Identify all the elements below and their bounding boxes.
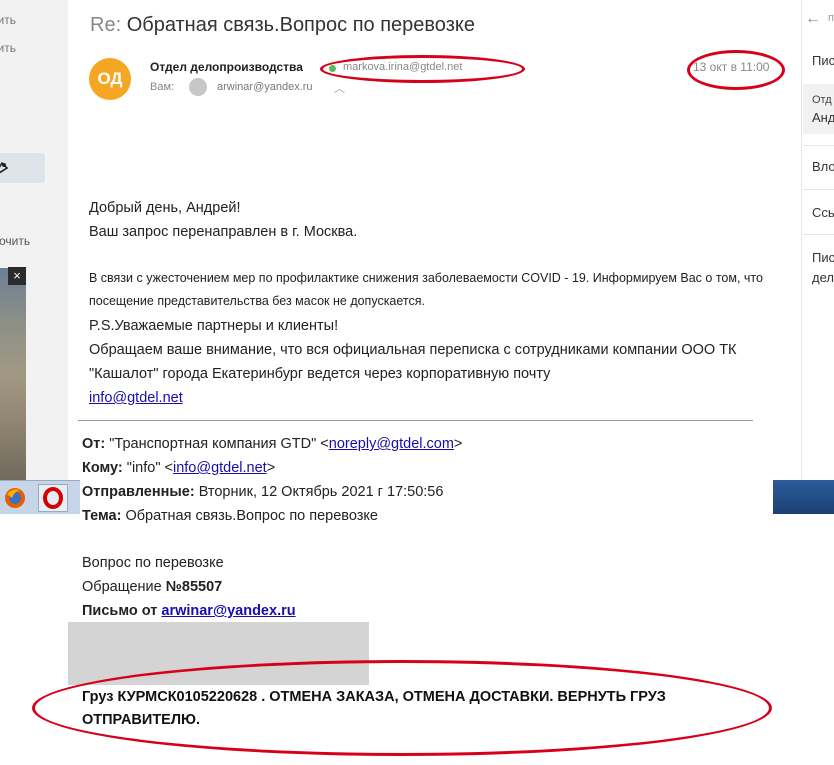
question-line: Вопрос по перевозке xyxy=(82,555,224,571)
to-email-link[interactable]: info@gtdel.net xyxy=(173,460,267,476)
from-name: "Транспортная компания GTD" < xyxy=(109,436,329,452)
firefox-taskbar-button[interactable] xyxy=(0,484,30,512)
redacted-block xyxy=(68,622,369,685)
greeting-line: Добрый день, Андрей! xyxy=(89,200,241,216)
notice-text: Обращаем ваше внимание, что вся официаль… xyxy=(89,342,737,382)
pin-icon xyxy=(0,161,9,174)
email-date: 13 окт в 11:00 xyxy=(693,60,770,74)
recipient-avatar xyxy=(189,78,207,96)
back-arrow-icon[interactable]: ← xyxy=(805,10,821,28)
quoted-header: От: "Транспортная компания GTD" <noreply… xyxy=(82,432,462,528)
to-label: Кому: xyxy=(82,460,123,476)
divider xyxy=(803,234,834,235)
quoted-subject: Тема: Обратная связь.Вопрос по перевозке xyxy=(82,504,462,528)
taskbar xyxy=(0,480,80,514)
subject-label: Тема: xyxy=(82,508,122,524)
right-panel: ← п Пис Отд Анд Вло Ссь Пис дел xyxy=(783,0,834,480)
quoted-to: Кому: "info" <info@gtdel.net> xyxy=(82,456,462,480)
left-sidebar: тить тить очить × xyxy=(0,0,68,480)
corporate-email-link[interactable]: info@gtdel.net xyxy=(89,390,183,406)
to-close: > xyxy=(266,460,276,476)
request-label: Обращение xyxy=(82,579,166,595)
letter-from-email-link[interactable]: arwinar@yandex.ru xyxy=(161,603,295,619)
divider xyxy=(803,145,834,146)
panel-divider xyxy=(801,0,802,480)
from-close: > xyxy=(453,436,463,452)
subject-text: Обратная связь.Вопрос по перевозке xyxy=(126,14,475,36)
quoted-sent: Отправленные: Вторник, 12 Октябрь 2021 г… xyxy=(82,480,462,504)
sent-value: Вторник, 12 Октябрь 2021 г 17:50:56 xyxy=(198,484,444,500)
sender-name[interactable]: Отдел делопроизводства xyxy=(150,60,303,74)
email-subject: Re: Обратная связь.Вопрос по перевозке xyxy=(90,14,475,37)
close-icon[interactable]: × xyxy=(8,267,26,285)
panel-letters-sub: дел xyxy=(812,270,834,285)
panel-letters[interactable]: Пис xyxy=(812,250,834,265)
panel-clip-text: п xyxy=(828,12,834,24)
subject-value: Обратная связь.Вопрос по перевозке xyxy=(125,508,378,524)
cargo-cancel-text: Груз КУРМСК0105220628 . ОТМЕНА ЗАКАЗА, О… xyxy=(82,689,666,728)
letter-from-line: Письмо от arwinar@yandex.ru xyxy=(82,599,296,623)
from-email-link[interactable]: noreply@gtdel.com xyxy=(329,436,454,452)
letter-from-label: Письмо от xyxy=(82,603,162,619)
to-name: "info" < xyxy=(126,460,173,476)
divider xyxy=(803,189,834,190)
sidebar-item[interactable]: тить xyxy=(0,41,16,55)
taskbar-tray xyxy=(773,480,834,514)
thread-item[interactable]: Отд Анд xyxy=(803,84,834,134)
sidebar-item[interactable]: очить xyxy=(0,234,30,248)
quoted-from: От: "Транспортная компания GTD" <noreply… xyxy=(82,432,462,456)
recipient-label: Вам: xyxy=(150,81,175,93)
recipient-email[interactable]: arwinar@yandex.ru xyxy=(217,81,313,93)
sidebar-item[interactable]: тить xyxy=(0,13,16,27)
banner-image xyxy=(0,268,26,480)
quote-divider xyxy=(78,420,753,421)
online-status-icon xyxy=(329,65,336,72)
sent-label: Отправленные: xyxy=(82,484,195,500)
quoted-body: Вопрос по перевозке Обращение №85507 Пис… xyxy=(82,551,296,623)
from-label: От: xyxy=(82,436,106,452)
opera-taskbar-button[interactable] xyxy=(38,484,68,512)
panel-attachments[interactable]: Вло xyxy=(812,159,834,174)
sidebar-item-pinned[interactable] xyxy=(0,153,45,183)
greeting-block: Добрый день, Андрей! Ваш запрос перенапр… xyxy=(89,196,357,244)
panel-heading: Пис xyxy=(812,53,834,68)
sender-email[interactable]: markova.irina@gtdel.net xyxy=(343,61,462,73)
subject-prefix: Re: xyxy=(90,14,122,36)
request-line: Обращение №85507 xyxy=(82,575,296,599)
firefox-icon xyxy=(5,488,25,508)
redirect-line: Ваш запрос перенаправлен в г. Москва. xyxy=(89,224,358,240)
sender-avatar[interactable]: ОД xyxy=(89,58,131,100)
request-number: №85507 xyxy=(165,579,223,595)
covid-notice: В связи с ужесточением мер по профилакти… xyxy=(89,271,763,308)
chevron-up-icon[interactable]: ︿ xyxy=(334,80,345,96)
ps-line: P.S.Уважаемые партнеры и клиенты! xyxy=(89,318,339,334)
thread-item-preview: Анд xyxy=(812,110,834,125)
thread-item-from: Отд xyxy=(812,94,832,106)
opera-icon xyxy=(43,487,63,509)
panel-links[interactable]: Ссь xyxy=(812,205,834,220)
ps-block: P.S.Уважаемые партнеры и клиенты! Обраща… xyxy=(89,314,779,410)
